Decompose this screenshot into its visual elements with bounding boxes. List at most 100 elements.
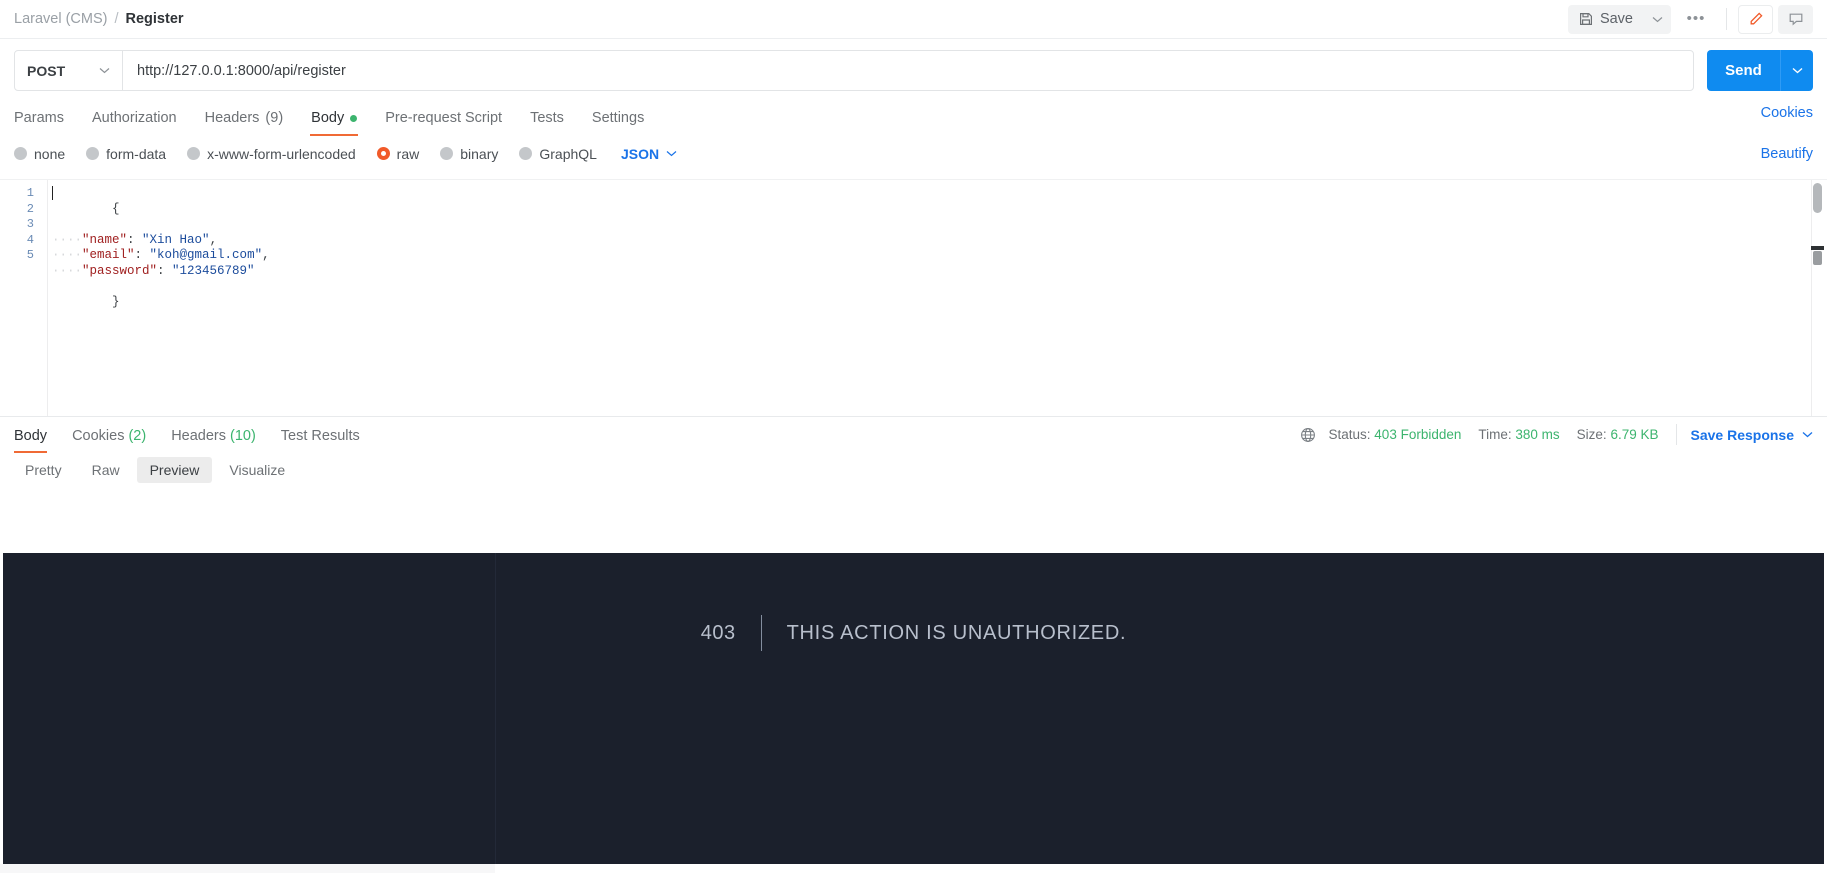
globe-icon — [1300, 427, 1316, 443]
body-type-x-www-form-urlencoded[interactable]: x-www-form-urlencoded — [187, 146, 356, 162]
request-tabs: Params Authorization Headers (9) Body Pr… — [0, 99, 1827, 136]
tab-label: Params — [14, 110, 64, 126]
save-dropdown-button[interactable] — [1644, 5, 1671, 34]
response-tab-headers[interactable]: Headers (10) — [171, 417, 256, 453]
line-number: 3 — [26, 217, 34, 231]
tab-label: Test Results — [280, 427, 360, 444]
tab-params[interactable]: Params — [14, 99, 64, 136]
line-number: 4 — [26, 232, 34, 247]
breadcrumb-separator: / — [114, 11, 119, 27]
comment-icon — [1789, 13, 1802, 26]
chevron-down-icon — [1802, 432, 1813, 438]
size-info: Size: 6.79 KB — [1577, 427, 1659, 442]
editor-scroll-track-line — [1811, 180, 1812, 416]
save-button-label: Save — [1599, 11, 1633, 27]
request-body-editor[interactable]: 1 2 3 4 5 { ····"name": "Xin Hao", ····"… — [0, 179, 1827, 416]
view-mode-raw[interactable]: Raw — [79, 457, 133, 483]
code-token-key: "name" — [82, 232, 128, 247]
http-method-value: POST — [27, 62, 66, 79]
body-type-none[interactable]: none — [14, 146, 65, 162]
body-type-label: none — [34, 145, 66, 162]
more-options-button[interactable]: ••• — [1677, 5, 1715, 34]
chevron-down-icon — [666, 151, 677, 157]
body-type-graphql[interactable]: GraphQL — [519, 146, 597, 162]
view-mode-pretty[interactable]: Pretty — [12, 457, 75, 483]
code-indent: ···· — [52, 263, 83, 278]
tab-body[interactable]: Body — [310, 99, 359, 136]
breadcrumb-collection[interactable]: Laravel (CMS) — [14, 11, 107, 27]
time-label: Time: — [1478, 427, 1512, 442]
save-response-button[interactable]: Save Response — [1691, 427, 1814, 443]
radio-icon — [440, 147, 454, 160]
response-meta: Status: 403 Forbidden Time: 380 ms Size:… — [1300, 424, 1814, 445]
code-token-brace: { — [112, 201, 120, 216]
code-token-comma: , — [209, 232, 218, 247]
error-status-code: 403 — [700, 621, 736, 644]
time-info: Time: 380 ms — [1478, 427, 1559, 442]
editor-code-area[interactable]: { ····"name": "Xin Hao", ····"email": "k… — [47, 180, 1827, 416]
url-input[interactable]: http://127.0.0.1:8000/api/register — [123, 51, 1693, 90]
tab-label: Body — [311, 110, 345, 126]
send-button[interactable]: Send — [1707, 50, 1780, 91]
body-type-row: none form-data x-www-form-urlencoded raw… — [0, 138, 1827, 169]
chevron-down-icon — [1792, 67, 1802, 74]
tab-settings[interactable]: Settings — [592, 99, 644, 136]
code-indent: ···· — [52, 248, 83, 262]
tab-headers[interactable]: Headers (9) — [205, 99, 284, 136]
save-button[interactable]: Save — [1568, 5, 1644, 34]
code-line-1: { — [48, 186, 1827, 233]
line-number: 2 — [26, 201, 34, 216]
response-preview-frame: 403 THIS ACTION IS UNAUTHORIZED. — [3, 553, 1824, 864]
breadcrumb: Laravel (CMS) / Register — [14, 11, 184, 27]
status-info: Status: 403 Forbidden — [1329, 427, 1462, 442]
body-type-form-data[interactable]: form-data — [86, 146, 166, 162]
edit-mode-button[interactable] — [1738, 4, 1773, 34]
tab-count: (9) — [265, 110, 284, 126]
body-type-raw[interactable]: raw — [376, 146, 419, 162]
http-method-select[interactable]: POST — [15, 51, 123, 90]
tab-pre-request-script[interactable]: Pre-request Script — [385, 99, 502, 136]
view-mode-preview[interactable]: Preview — [136, 456, 213, 483]
code-token-key: "password" — [82, 263, 158, 278]
send-dropdown-button[interactable] — [1780, 50, 1813, 91]
breadcrumb-request-name[interactable]: Register — [126, 11, 184, 27]
error-divider — [760, 615, 762, 651]
code-line-2: ····"name": "Xin Hao", — [48, 233, 1827, 249]
beautify-link[interactable]: Beautify — [1761, 146, 1813, 162]
line-number: 5 — [26, 248, 34, 262]
code-token-colon: : — [127, 232, 143, 247]
tab-authorization[interactable]: Authorization — [92, 99, 177, 136]
tab-tests[interactable]: Tests — [530, 99, 564, 136]
tab-label: Headers — [204, 110, 260, 126]
send-button-group: Send — [1707, 50, 1813, 91]
code-token-key: "email" — [82, 248, 135, 262]
response-tab-cookies[interactable]: Cookies (2) — [72, 417, 146, 453]
code-token-value: "koh@gmail.com" — [149, 248, 263, 262]
response-tab-body[interactable]: Body — [14, 417, 48, 453]
save-response-label: Save Response — [1690, 426, 1795, 443]
code-token-brace: } — [112, 294, 120, 309]
tab-count: (10) — [230, 427, 256, 444]
status-value: 403 Forbidden — [1374, 427, 1462, 442]
code-line-3: ····"email": "koh@gmail.com", — [48, 248, 1827, 264]
scrollbar-secondary-thumb[interactable] — [1813, 251, 1822, 265]
tab-label: Cookies — [72, 427, 125, 444]
cookies-link[interactable]: Cookies — [1761, 105, 1813, 131]
text-cursor — [52, 186, 53, 200]
tab-label: Body — [14, 427, 48, 444]
response-tab-test-results[interactable]: Test Results — [281, 417, 360, 453]
postman-app-window: Laravel (CMS) / Register Save ••• POST h… — [0, 0, 1827, 873]
editor-vertical-scrollbar[interactable] — [1811, 183, 1824, 413]
body-type-binary[interactable]: binary — [440, 146, 498, 162]
scrollbar-thumb[interactable] — [1813, 183, 1822, 213]
scrollbar-marker — [1811, 246, 1824, 250]
view-mode-visualize[interactable]: Visualize — [216, 457, 298, 483]
comments-button[interactable] — [1778, 4, 1813, 34]
meta-divider — [1675, 424, 1677, 445]
tab-label: Tests — [530, 110, 564, 126]
code-token-value: "123456789" — [172, 263, 255, 278]
radio-icon — [86, 147, 100, 160]
body-type-label: GraphQL — [539, 145, 597, 162]
status-label: Status: — [1328, 427, 1371, 442]
body-format-select[interactable]: JSON — [621, 146, 677, 162]
